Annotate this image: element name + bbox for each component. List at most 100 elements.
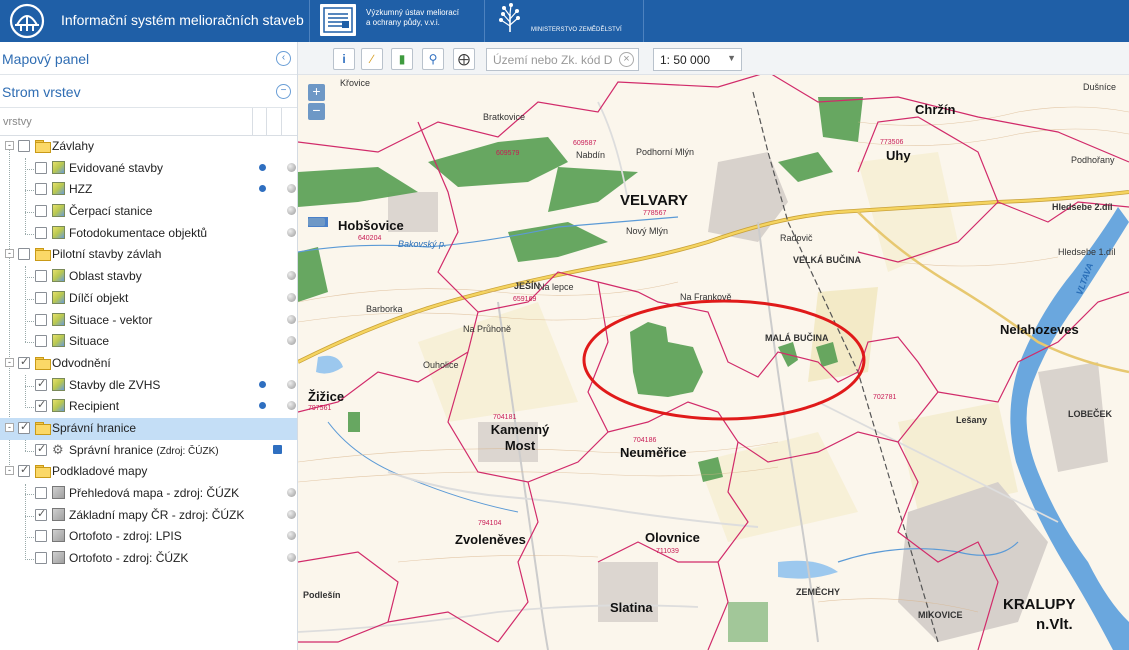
layer-item[interactable]: Stavby dle ZVHS xyxy=(0,375,297,397)
layer-item[interactable]: Oblast stavby xyxy=(0,266,297,288)
layer-item[interactable]: Ortofoto - zdroj: ČÚZK xyxy=(0,548,297,570)
visibility-dot-icon[interactable] xyxy=(287,227,296,237)
vumop-logo-icon xyxy=(320,4,356,36)
zoom-in-button[interactable]: + xyxy=(308,84,325,101)
layer-item[interactable]: Přehledová mapa - zdroj: ČÚZK xyxy=(0,483,297,505)
collapse-group-toggle[interactable]: - xyxy=(5,141,14,150)
layer-label-text: Správní hranice xyxy=(69,442,154,457)
visibility-dot-icon[interactable] xyxy=(287,401,296,411)
group-checkbox[interactable] xyxy=(18,420,30,434)
layer-checkbox[interactable] xyxy=(35,183,47,196)
layer-item[interactable]: ⚙ Správní hranice (Zdroj: ČÚZK) xyxy=(0,440,297,462)
collapse-group-toggle[interactable]: - xyxy=(5,249,14,259)
layer-icon xyxy=(52,486,65,499)
zoom-out-button[interactable]: − xyxy=(308,103,325,120)
legend-icon[interactable] xyxy=(273,444,282,454)
measure-tool-icon[interactable]: ∕ xyxy=(361,48,383,70)
layer-item[interactable]: Dílčí objekt xyxy=(0,288,297,310)
layer-checkbox[interactable] xyxy=(35,335,47,348)
info-icon[interactable] xyxy=(259,380,266,388)
map-code-nabdin: 609587 xyxy=(573,140,597,147)
layer-filter[interactable]: vrstvy xyxy=(0,108,297,136)
layer-icon xyxy=(52,182,65,196)
layer-checkbox[interactable] xyxy=(35,552,47,565)
map-panel-header: Mapový panel ‹ xyxy=(0,42,297,75)
layer-checkbox[interactable] xyxy=(35,270,47,283)
collapse-group-toggle[interactable]: - xyxy=(5,422,14,432)
map-code-neumerice: 704186 xyxy=(633,437,657,444)
layer-item[interactable]: Čerpací stanice xyxy=(0,201,297,223)
visibility-dot-icon[interactable] xyxy=(287,488,296,497)
collapse-tree-button[interactable]: − xyxy=(276,84,291,99)
layer-checkbox[interactable] xyxy=(35,398,47,413)
visibility-dot-icon[interactable] xyxy=(287,336,296,346)
map-label-olovnice: Olovnice xyxy=(645,530,700,545)
group-checkbox[interactable] xyxy=(18,248,30,261)
map-label-lesany: Lešany xyxy=(956,415,988,425)
visibility-dot-icon[interactable] xyxy=(287,292,296,302)
layer-checkbox[interactable] xyxy=(35,226,47,239)
layer-checkbox[interactable] xyxy=(35,507,47,521)
layer-checkbox[interactable] xyxy=(35,291,47,304)
visibility-dot-icon[interactable] xyxy=(287,314,296,324)
clear-search-icon[interactable]: × xyxy=(619,52,634,67)
scale-select[interactable]: 1: 50 000 ▼ xyxy=(653,48,742,71)
layer-checkbox[interactable] xyxy=(35,313,47,326)
group-checkbox[interactable] xyxy=(18,463,30,478)
layer-item[interactable]: Situace xyxy=(0,331,297,353)
map-label-barborka: Barborka xyxy=(366,304,403,314)
layer-checkbox[interactable] xyxy=(35,487,47,499)
visibility-dot-icon[interactable] xyxy=(287,206,296,216)
print-tool-icon[interactable]: ▮ xyxy=(391,48,413,70)
map-label-velka-bucina: VELKÁ BUČINA xyxy=(793,255,862,265)
tree-connector xyxy=(25,277,34,279)
layer-checkbox[interactable] xyxy=(35,161,47,174)
layer-checkbox[interactable] xyxy=(35,442,47,456)
folder-icon xyxy=(35,140,51,153)
visibility-dot-icon[interactable] xyxy=(287,271,296,281)
visibility-dot-icon[interactable] xyxy=(287,184,296,194)
info-icon[interactable] xyxy=(259,185,266,193)
group-label: Odvodnění xyxy=(52,355,111,370)
group-checkbox[interactable] xyxy=(18,140,30,152)
layer-checkbox[interactable] xyxy=(35,205,47,218)
layer-item[interactable]: Fotodokumentace objektů xyxy=(0,223,297,245)
layer-checkbox[interactable] xyxy=(35,377,47,391)
visibility-dot-icon[interactable] xyxy=(287,162,296,172)
layer-group-podkladove-mapy[interactable]: - Podkladové mapy xyxy=(0,461,297,483)
info-icon[interactable] xyxy=(259,402,266,410)
map-viewer[interactable]: i ∕ ▮ ⚲ ⨁ Území nebo Zk. kód D × 1: 50 0… xyxy=(298,42,1129,650)
group-checkbox[interactable] xyxy=(18,355,30,369)
layer-group-odvodneni[interactable]: - Odvodnění xyxy=(0,353,297,375)
visibility-dot-icon[interactable] xyxy=(287,553,296,563)
layer-group-spravni-hranice[interactable]: - Správní hranice xyxy=(0,417,297,440)
layer-group-pilotni[interactable]: - Pilotní stavby závlah xyxy=(0,244,297,266)
tree-connector xyxy=(25,342,34,344)
collapse-group-toggle[interactable]: - xyxy=(5,466,14,476)
map-code-bratkovice: 609579 xyxy=(496,150,520,157)
zoom-slider-handle[interactable] xyxy=(308,218,325,226)
search-placeholder: Území nebo Zk. kód D xyxy=(493,53,613,67)
layer-label: Správní hranice (Zdroj: ČÚZK) xyxy=(69,443,219,457)
collapse-group-toggle[interactable]: - xyxy=(5,357,14,367)
collapse-panel-button[interactable]: ‹ xyxy=(276,51,291,66)
territory-search-input[interactable]: Území nebo Zk. kód D × xyxy=(486,48,639,71)
layer-group-zavlahy[interactable]: - Závlahy xyxy=(0,136,297,158)
tree-connector xyxy=(25,233,34,235)
info-tool-icon[interactable]: i xyxy=(333,48,355,70)
visibility-dot-icon[interactable] xyxy=(287,379,296,389)
folder-icon xyxy=(35,465,51,479)
layer-checkbox[interactable] xyxy=(35,530,47,543)
layer-item[interactable]: Základní mapy ČR - zdroj: ČÚZK xyxy=(0,505,297,527)
layer-item[interactable]: HZZ xyxy=(0,179,297,201)
map-label-nelahozeves: Nelahozeves xyxy=(1000,322,1079,337)
zoom-search-icon[interactable]: ⚲ xyxy=(422,48,444,70)
visibility-dot-icon[interactable] xyxy=(287,509,296,519)
layer-item[interactable]: Recipient xyxy=(0,396,297,418)
info-icon[interactable] xyxy=(259,163,266,171)
gps-locate-icon[interactable]: ⨁ xyxy=(453,48,475,70)
visibility-dot-icon[interactable] xyxy=(287,531,296,541)
layer-item[interactable]: Ortofoto - zdroj: LPIS xyxy=(0,526,297,548)
layer-item[interactable]: Situace - vektor xyxy=(0,310,297,332)
layer-item[interactable]: Evidované stavby xyxy=(0,158,297,180)
